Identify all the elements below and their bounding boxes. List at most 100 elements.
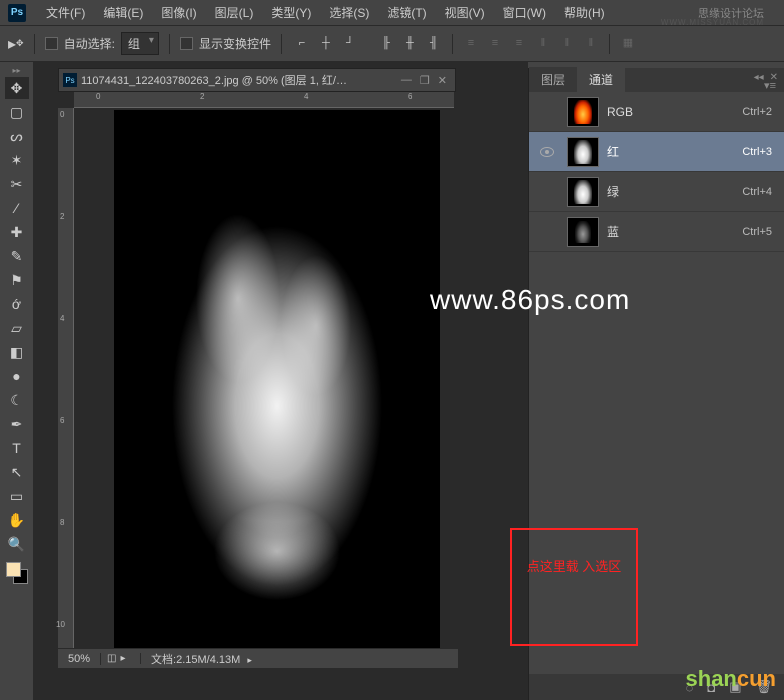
load-selection-icon[interactable]: ◌ <box>686 680 694 695</box>
eyedropper-tool-icon[interactable]: ⁄ <box>5 197 29 219</box>
ruler-tick: 4 <box>304 92 308 101</box>
marquee-tool-icon[interactable]: ▢ <box>5 101 29 123</box>
document-tab[interactable]: Ps 11074431_122403780263_2.jpg @ 50% (图层… <box>58 68 456 92</box>
doc-info-label: 文档 <box>151 654 173 666</box>
doc-info-value: :2.15M/4.13M <box>173 654 240 666</box>
tab-channels[interactable]: 通道 <box>577 67 625 92</box>
dodge-tool-icon[interactable]: ☾ <box>5 389 29 411</box>
align-right-icon[interactable]: ╢ <box>424 34 444 52</box>
ruler-horizontal: 0 2 4 6 <box>74 92 454 108</box>
ruler-tick: 6 <box>408 92 412 101</box>
panel-footer: ◌ ◘ ▣ 🗑 <box>529 674 784 700</box>
auto-select-dropdown[interactable]: 组 <box>121 32 159 55</box>
zoom-field[interactable]: 50% <box>58 653 101 665</box>
status-icon[interactable]: ▸ <box>120 653 125 664</box>
channel-name: RGB <box>607 105 742 119</box>
divider <box>169 34 170 54</box>
show-transform-label: 显示变换控件 <box>199 35 271 52</box>
move-tool-icon[interactable]: ✥ <box>5 77 29 99</box>
distribute-4-icon[interactable]: ‖ <box>533 34 553 52</box>
menu-window[interactable]: 窗口(W) <box>495 1 554 24</box>
show-transform-checkbox[interactable] <box>180 37 193 50</box>
color-swatch[interactable] <box>6 562 28 584</box>
chevron-right-icon[interactable]: ▸ <box>247 655 252 665</box>
menu-layer[interactable]: 图层(L) <box>207 1 262 24</box>
distribute-3-icon[interactable]: ≡ <box>509 34 529 52</box>
channel-shortcut: Ctrl+4 <box>742 186 772 198</box>
channel-name: 绿 <box>607 183 742 200</box>
magic-wand-tool-icon[interactable]: ✶ <box>5 149 29 171</box>
doc-info[interactable]: 文档:2.15M/4.13M ▸ <box>141 651 262 667</box>
visibility-toggle[interactable] <box>535 147 559 157</box>
menu-filter[interactable]: 滤镜(T) <box>379 1 434 24</box>
menu-help[interactable]: 帮助(H) <box>556 1 613 24</box>
distribute-1-icon[interactable]: ≡ <box>461 34 481 52</box>
divider <box>452 34 453 54</box>
menu-bar: Ps 文件(F) 编辑(E) 图像(I) 图层(L) 类型(Y) 选择(S) 滤… <box>0 0 784 26</box>
save-selection-icon[interactable]: ◘ <box>707 680 715 695</box>
path-tool-icon[interactable]: ↖ <box>5 461 29 483</box>
lasso-tool-icon[interactable]: ᔕ <box>5 125 29 147</box>
toolbox-expand-icon[interactable]: ▸▸ <box>3 66 31 76</box>
ruler-tick: 0 <box>96 92 100 101</box>
channel-shortcut: Ctrl+3 <box>742 146 772 158</box>
minimize-icon[interactable]: — <box>401 74 412 87</box>
divider <box>34 34 35 54</box>
move-tool-icon[interactable]: ▸✥ <box>8 34 24 54</box>
foreground-color-icon[interactable] <box>6 562 21 577</box>
ruler-tick: 4 <box>60 314 64 323</box>
menu-view[interactable]: 视图(V) <box>437 1 493 24</box>
channel-thumbnail <box>567 217 599 247</box>
channels-panel: ◂◂ ✕ 图层 通道 ▾≡ RGB Ctrl+2 红 Ctrl+3 <box>528 68 784 700</box>
align-left-icon[interactable]: ╟ <box>376 34 396 52</box>
channel-thumbnail <box>567 97 599 127</box>
channel-row-blue[interactable]: 蓝 Ctrl+5 <box>529 212 784 252</box>
stamp-tool-icon[interactable]: ⚑ <box>5 269 29 291</box>
ruler-vertical: 0 2 4 6 8 10 <box>58 108 74 658</box>
blur-tool-icon[interactable]: ● <box>5 365 29 387</box>
type-tool-icon[interactable]: T <box>5 437 29 459</box>
healing-tool-icon[interactable]: ✚ <box>5 221 29 243</box>
hand-tool-icon[interactable]: ✋ <box>5 509 29 531</box>
delete-channel-icon[interactable]: 🗑 <box>755 679 772 695</box>
close-icon[interactable]: ✕ <box>438 74 447 87</box>
menu-type[interactable]: 类型(Y) <box>263 1 319 24</box>
menu-select[interactable]: 选择(S) <box>321 1 377 24</box>
panel-collapse-icon[interactable]: ◂◂ <box>754 72 764 83</box>
panel-close-icon[interactable]: ✕ <box>770 72 778 83</box>
distribute-2-icon[interactable]: ≡ <box>485 34 505 52</box>
brush-tool-icon[interactable]: ✎ <box>5 245 29 267</box>
channel-row-green[interactable]: 绿 Ctrl+4 <box>529 172 784 212</box>
distribute-6-icon[interactable]: ‖ <box>581 34 601 52</box>
align-hcenter-icon[interactable]: ╫ <box>400 34 420 52</box>
shape-tool-icon[interactable]: ▭ <box>5 485 29 507</box>
ruler-tick: 2 <box>200 92 204 101</box>
canvas[interactable] <box>114 110 440 648</box>
channel-row-rgb[interactable]: RGB Ctrl+2 <box>529 92 784 132</box>
status-icon[interactable]: ◫ <box>107 653 116 664</box>
menu-image[interactable]: 图像(I) <box>153 1 204 24</box>
zoom-tool-icon[interactable]: 🔍 <box>5 533 29 555</box>
menu-file[interactable]: 文件(F) <box>38 1 93 24</box>
app-logo-icon: Ps <box>8 4 26 22</box>
crop-tool-icon[interactable]: ✂ <box>5 173 29 195</box>
tab-layers[interactable]: 图层 <box>529 67 577 92</box>
channel-row-red[interactable]: 红 Ctrl+3 <box>529 132 784 172</box>
eraser-tool-icon[interactable]: ▱ <box>5 317 29 339</box>
auto-align-icon[interactable]: ▦ <box>618 34 638 52</box>
channel-thumbnail <box>567 137 599 167</box>
align-bottom-icon[interactable]: ┘ <box>340 34 360 52</box>
canvas-area: Ps 11074431_122403780263_2.jpg @ 50% (图层… <box>34 62 528 700</box>
menu-edit[interactable]: 编辑(E) <box>95 1 151 24</box>
history-brush-tool-icon[interactable]: ớ <box>5 293 29 315</box>
toolbox: ▸▸ ✥ ▢ ᔕ ✶ ✂ ⁄ ✚ ✎ ⚑ ớ ▱ ◧ ● ☾ ✒ T ↖ ▭ ✋… <box>0 62 34 700</box>
new-channel-icon[interactable]: ▣ <box>729 679 741 695</box>
auto-select-checkbox[interactable] <box>45 37 58 50</box>
align-vcenter-icon[interactable]: ┼ <box>316 34 336 52</box>
align-top-icon[interactable]: ⌐ <box>292 34 312 52</box>
channel-list: RGB Ctrl+2 红 Ctrl+3 绿 Ctrl+4 蓝 Ctrl+5 <box>529 92 784 674</box>
distribute-5-icon[interactable]: ‖ <box>557 34 577 52</box>
gradient-tool-icon[interactable]: ◧ <box>5 341 29 363</box>
maximize-icon[interactable]: ❐ <box>420 74 430 87</box>
pen-tool-icon[interactable]: ✒ <box>5 413 29 435</box>
